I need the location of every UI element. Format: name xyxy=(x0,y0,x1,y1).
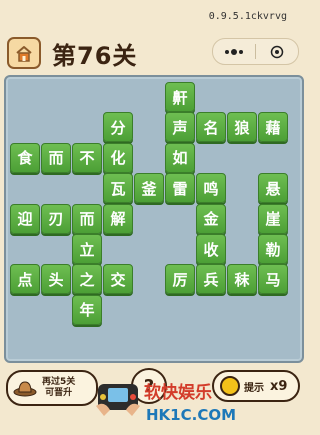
puzzle-tile[interactable]: 秣 xyxy=(227,264,257,295)
puzzle-tile[interactable]: 而 xyxy=(41,142,71,173)
puzzle-tile[interactable]: 狼 xyxy=(227,112,257,143)
promo-line-2: 可晋升 xyxy=(45,388,73,398)
promo-line-1: 再过5关 xyxy=(42,377,76,387)
puzzle-tile[interactable]: 名 xyxy=(196,112,226,143)
puzzle-tile[interactable]: 分 xyxy=(103,112,133,143)
home-icon xyxy=(16,45,32,62)
puzzle-tile[interactable]: 头 xyxy=(41,264,71,295)
gamepad-logo-icon xyxy=(96,384,140,416)
puzzle-tile[interactable]: 金 xyxy=(196,203,226,234)
puzzle-tile[interactable]: 解 xyxy=(103,203,133,234)
miniprogram-capsule xyxy=(212,38,299,65)
puzzle-tile[interactable]: 鼾 xyxy=(165,82,195,112)
watermark: 软快娱乐 HK1C.COM xyxy=(96,376,240,432)
puzzle-tile[interactable]: 鸣 xyxy=(196,173,226,204)
dot-icon xyxy=(225,49,229,54)
dot-icon xyxy=(231,48,237,55)
puzzle-tile[interactable]: 收 xyxy=(196,234,226,264)
more-menu-button[interactable] xyxy=(213,48,255,55)
puzzle-tile[interactable]: 厉 xyxy=(165,264,195,295)
puzzle-tile[interactable]: 迎 xyxy=(10,203,40,234)
puzzle-tile[interactable]: 声 xyxy=(165,112,195,143)
hat-icon xyxy=(8,379,42,397)
puzzle-tile[interactable]: 立 xyxy=(72,234,102,264)
puzzle-tile[interactable]: 釜 xyxy=(134,173,164,204)
home-button[interactable] xyxy=(7,37,41,69)
puzzle-tile[interactable]: 崖 xyxy=(258,203,288,234)
hint-label: 提示 xyxy=(244,382,264,394)
puzzle-tile[interactable]: 雷 xyxy=(165,173,195,204)
puzzle-tile[interactable]: 食 xyxy=(10,142,40,173)
puzzle-tile[interactable]: 如 xyxy=(165,142,195,173)
puzzle-tile[interactable]: 悬 xyxy=(258,173,288,204)
puzzle-tile[interactable]: 年 xyxy=(72,294,102,325)
puzzle-tile[interactable]: 藉 xyxy=(258,112,288,143)
version-label: 0.9.5.1ckvrvg xyxy=(208,11,287,22)
puzzle-tile[interactable]: 马 xyxy=(258,264,288,295)
puzzle-tile[interactable]: 点 xyxy=(10,264,40,295)
target-icon xyxy=(270,45,284,58)
puzzle-tile[interactable]: 交 xyxy=(103,264,133,295)
puzzle-tile[interactable]: 而 xyxy=(72,203,102,234)
puzzle-tile[interactable]: 瓦 xyxy=(103,173,133,204)
puzzle-board: 鼾分声名狼藉食而不化如瓦釜雷鸣悬迎刃而解金崖立收勒点头之交厉兵秣马年 xyxy=(4,75,304,363)
watermark-brand: 软快娱乐 xyxy=(144,383,212,403)
puzzle-tile[interactable]: 化 xyxy=(103,142,133,173)
close-miniprogram-button[interactable] xyxy=(256,45,298,59)
puzzle-tile[interactable]: 刃 xyxy=(41,203,71,234)
promotion-badge[interactable]: 再过5关 可晋升 xyxy=(6,370,98,406)
level-title: 第76关 xyxy=(52,42,138,70)
dot-icon xyxy=(239,49,243,54)
puzzle-tile[interactable]: 勒 xyxy=(258,234,288,264)
hint-count: x9 xyxy=(270,378,288,394)
watermark-url: HK1C.COM xyxy=(146,406,237,424)
puzzle-tile[interactable]: 兵 xyxy=(196,264,226,295)
puzzle-tile[interactable]: 不 xyxy=(72,142,102,173)
puzzle-tile[interactable]: 之 xyxy=(72,264,102,295)
